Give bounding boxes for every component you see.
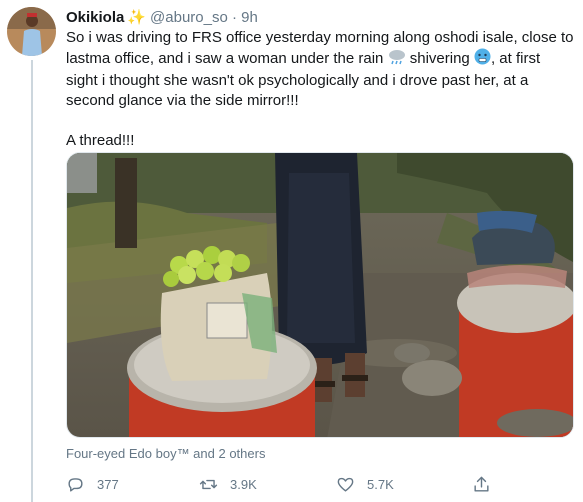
like-count: 5.7K — [367, 476, 394, 492]
tweet-header: Okikiola ✨ @aburo_so · 9h — [66, 8, 258, 28]
share-button[interactable] — [472, 474, 503, 494]
tweet-action-bar: 377 3.9K 5.7K — [66, 474, 506, 494]
reply-count: 377 — [97, 476, 119, 492]
tweet-timestamp[interactable]: 9h — [241, 9, 258, 26]
display-name[interactable]: Okikiola — [66, 9, 124, 26]
tweet-text: So i was driving to FRS office yesterday… — [66, 28, 574, 151]
avatar[interactable] — [7, 7, 56, 56]
cold-face-icon — [474, 48, 491, 71]
header-separator: · — [232, 9, 237, 26]
cloud-rain-icon — [388, 49, 406, 71]
retweet-count: 3.9K — [230, 476, 257, 492]
retweet-icon — [199, 479, 218, 489]
tweet-paragraph: So i was driving to FRS office yesterday… — [66, 29, 574, 109]
liked-by-text[interactable]: Four-eyed Edo boy™ and 2 others — [66, 446, 265, 462]
retweet-button[interactable]: 3.9K — [199, 474, 257, 494]
like-button[interactable]: 5.7K — [336, 474, 394, 494]
heart-icon — [337, 477, 354, 492]
reply-icon — [68, 477, 83, 492]
share-icon — [474, 476, 489, 492]
sparkles-icon: ✨ — [127, 9, 147, 26]
thread-connector-line — [31, 60, 33, 502]
thread-label: A thread!!! — [66, 132, 135, 149]
tweet-photo[interactable] — [66, 152, 574, 438]
user-handle[interactable]: @aburo_so — [150, 9, 228, 26]
reply-button[interactable]: 377 — [66, 474, 119, 494]
